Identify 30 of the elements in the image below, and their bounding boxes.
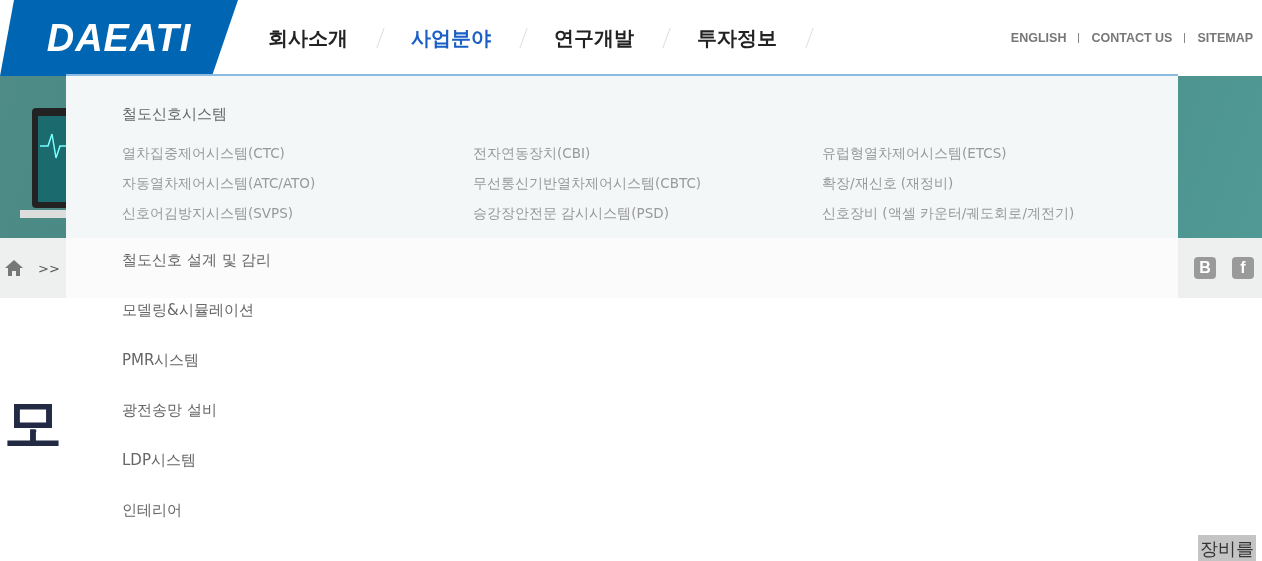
- utility-link[interactable]: SITEMAP: [1197, 31, 1253, 45]
- menu-category[interactable]: 광전송망 설비: [122, 398, 1178, 448]
- nav-link[interactable]: 투자정보: [697, 24, 777, 52]
- page-title: 모: [4, 394, 62, 452]
- menu-item[interactable]: 신호어김방지시스템(SVPS): [122, 202, 473, 224]
- nav-link[interactable]: 연구개발: [554, 24, 634, 52]
- menu-item[interactable]: 자동열차제어시스템(ATC/ATO): [122, 172, 473, 194]
- menu-category[interactable]: 인테리어: [122, 498, 1178, 548]
- menu-category[interactable]: PMR시스템: [122, 348, 1178, 398]
- menu-category[interactable]: LDP시스템: [122, 448, 1178, 498]
- nav-link[interactable]: 사업분야: [411, 24, 491, 52]
- menu-category[interactable]: 철도신호시스템: [122, 102, 1178, 126]
- home-icon[interactable]: [4, 259, 24, 277]
- menu-item[interactable]: 전자연동장치(CBI): [473, 142, 822, 164]
- menu-item[interactable]: 유럽형열차제어시스템(ETCS): [822, 142, 1122, 164]
- paragraph-text: 장비를: [1198, 535, 1256, 561]
- social-link[interactable]: f: [1232, 257, 1254, 279]
- social-link[interactable]: B: [1194, 257, 1216, 279]
- breadcrumb-separator: >>: [38, 260, 60, 276]
- nav-link[interactable]: 회사소개: [268, 24, 348, 52]
- company-logo[interactable]: DAEATI: [0, 0, 238, 76]
- utility-link[interactable]: CONTACT US: [1091, 31, 1173, 45]
- utility-link[interactable]: ENGLISH: [1010, 31, 1067, 45]
- menu-category[interactable]: 철도신호 설계 및 감리: [122, 248, 1178, 298]
- menu-item[interactable]: 열차집중제어시스템(CTC): [122, 142, 473, 164]
- menu-item[interactable]: 무선통신기반열차제어시스템(CBTC): [473, 172, 822, 194]
- menu-category[interactable]: 모델링&시뮬레이션: [122, 298, 1178, 348]
- menu-item[interactable]: 승강장안전문 감시시스템(PSD): [473, 202, 822, 224]
- menu-item[interactable]: 확장/재신호 (재정비): [822, 172, 1122, 194]
- menu-item[interactable]: 신호장비 (액셀 카운터/궤도회로/계전기): [822, 202, 1122, 224]
